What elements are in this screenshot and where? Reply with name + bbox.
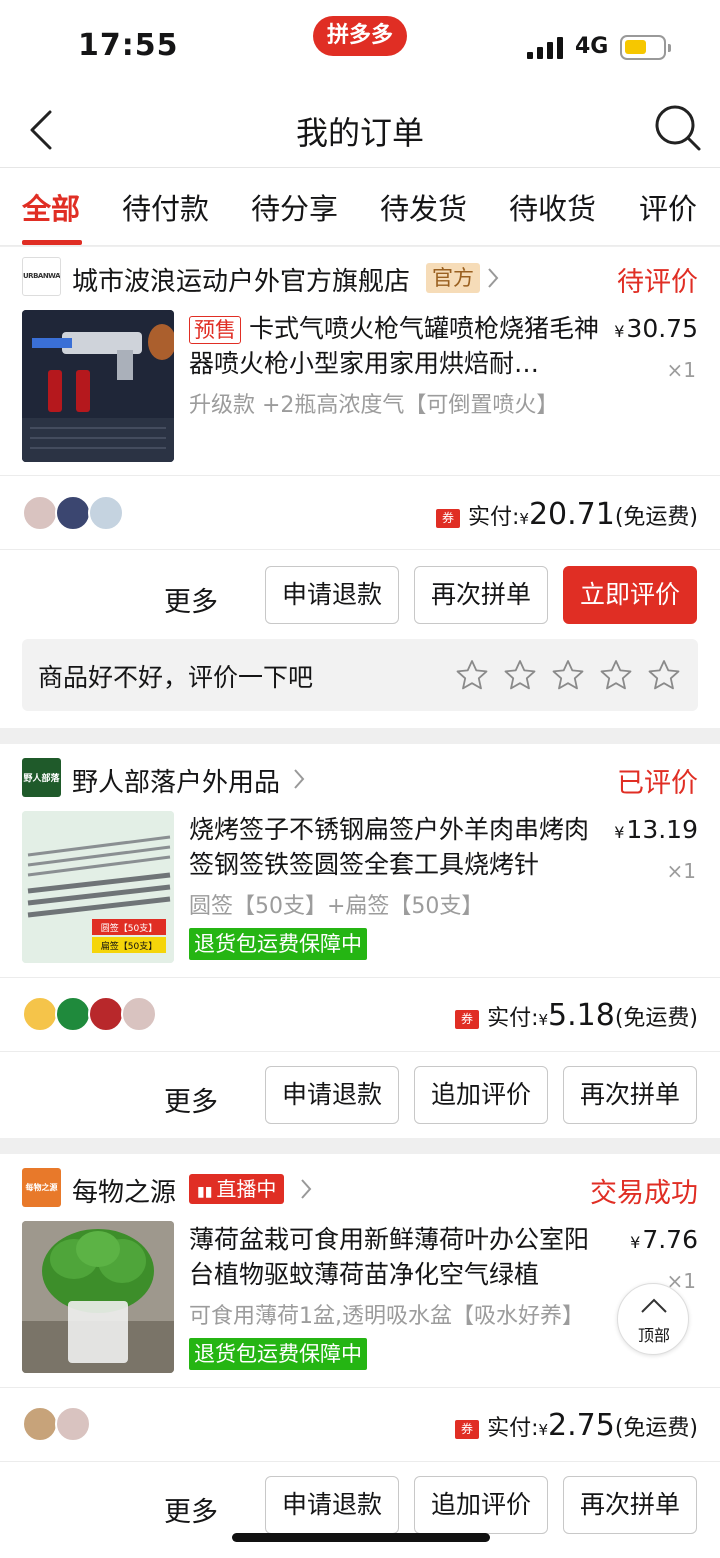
product-spec: 升级款 +2瓶高浓度气【可倒置喷火】 [189, 393, 559, 418]
order-tabs: 全部 待付款 待分享 待发货 待收货 评价 [0, 168, 720, 246]
rating-prompt: 商品好不好，评价一下吧 [22, 639, 698, 711]
divider [0, 549, 720, 550]
thumb-label-flat: 扁签【50支】 [101, 940, 157, 952]
rating-prompt-text: 商品好不好，评价一下吧 [38, 663, 314, 692]
more-button[interactable]: 更多 [164, 580, 218, 619]
tab-pending-receipt[interactable]: 待收货 [509, 186, 596, 228]
app-brand-badge: 拼多多 [313, 16, 407, 56]
rebuy-button[interactable]: 再次拼单 [563, 1476, 697, 1534]
rebuy-button[interactable]: 再次拼单 [563, 1066, 697, 1124]
tab-active-indicator [22, 240, 82, 245]
home-indicator [232, 1533, 490, 1542]
shop-name[interactable]: 每物之源 [72, 1172, 176, 1209]
order-card: 每物之源 每物之源 ▮▮ 直播中 交易成功 薄荷盆栽可食用新鲜薄荷叶办公室阳台植物… [0, 1154, 720, 1558]
avatar [22, 495, 58, 531]
product-title[interactable]: 烧烤签子不锈钢扁签户外羊肉串烤肉签钢签铁签圆签全套工具烧烤针 [189, 812, 599, 882]
product-price: ¥13.19 [614, 815, 698, 844]
avatar [22, 1406, 58, 1442]
shop-logo[interactable]: 每物之源 [22, 1168, 61, 1207]
order-card: URBANWAVE 城市波浪运动户外官方旗舰店 官方 待评价 预售卡式气喷火枪气… [0, 247, 720, 728]
avatar [121, 996, 157, 1032]
paid-amount: 券实付:¥5.18(免运费) [455, 998, 698, 1033]
official-tag: 官方 [426, 263, 480, 293]
coupon-tag: 券 [455, 1419, 480, 1439]
star-icon[interactable] [600, 659, 632, 691]
star-icon[interactable] [648, 659, 680, 691]
status-time: 17:55 [78, 28, 179, 63]
search-icon[interactable] [652, 102, 702, 152]
shipping-guarantee-badge: 退货包运费保障中 [189, 1338, 367, 1370]
star-icon[interactable] [552, 659, 584, 691]
tab-pending-payment[interactable]: 待付款 [122, 186, 209, 228]
add-review-button[interactable]: 追加评价 [414, 1066, 548, 1124]
tab-pending-share[interactable]: 待分享 [251, 186, 338, 228]
battery-icon [620, 35, 671, 60]
chevron-right-icon[interactable] [299, 1178, 313, 1200]
product-image[interactable] [22, 310, 174, 462]
more-button[interactable]: 更多 [164, 1490, 218, 1529]
more-button[interactable]: 更多 [164, 1080, 218, 1119]
chevron-right-icon[interactable] [292, 768, 306, 790]
tab-pending-shipment[interactable]: 待发货 [380, 186, 467, 228]
page-title: 我的订单 [295, 114, 424, 152]
order-status: 已评价 [617, 768, 698, 799]
status-bar: 17:55 拼多多 4G [0, 0, 720, 92]
product-quantity: ×1 [666, 358, 696, 382]
divider [0, 1051, 720, 1052]
product-title[interactable]: 预售 卡式气喷火枪气罐喷枪烧猪毛神器喷火枪小型家用家用烘焙耐… [189, 311, 599, 381]
refund-button[interactable]: 申请退款 [265, 566, 399, 624]
back-to-top-button[interactable]: 顶部 [617, 1283, 689, 1355]
star-icon[interactable] [456, 659, 488, 691]
product-image[interactable] [22, 1221, 174, 1373]
coupon-tag: 券 [455, 1009, 480, 1029]
order-status: 交易成功 [590, 1178, 698, 1209]
product-image[interactable]: 圆签【50支】 扁签【50支】 [22, 811, 174, 963]
product-title[interactable]: 薄荷盆栽可食用新鲜薄荷叶办公室阳台植物驱蚊薄荷苗净化空气绿植 [189, 1222, 599, 1292]
avatar [55, 996, 91, 1032]
paid-amount: 券实付:¥20.71(免运费) [435, 497, 698, 532]
shop-name[interactable]: 野人部落户外用品 [72, 762, 280, 799]
divider [0, 977, 720, 978]
live-tag: ▮▮ 直播中 [189, 1174, 285, 1204]
signal-icon [527, 37, 563, 59]
network-type: 4G [575, 34, 609, 59]
shop-name[interactable]: 城市波浪运动户外官方旗舰店 [72, 261, 410, 298]
product-price: ¥30.75 [614, 314, 698, 343]
back-to-top-label: 顶部 [637, 1326, 670, 1345]
product-spec: 可食用薄荷1盆,透明吸水盆【吸水好养】 [189, 1304, 584, 1329]
tab-reviews[interactable]: 评价 [639, 186, 697, 228]
product-spec: 圆签【50支】+扁签【50支】 [189, 894, 484, 919]
product-quantity: ×1 [666, 859, 696, 883]
chevron-right-icon[interactable] [486, 267, 500, 289]
order-status: 待评价 [617, 267, 698, 298]
refund-button[interactable]: 申请退款 [265, 1476, 399, 1534]
presale-tag: 预售 [189, 316, 241, 344]
star-icon[interactable] [504, 659, 536, 691]
avatar [88, 996, 124, 1032]
shop-logo[interactable]: URBANWAVE [22, 257, 61, 296]
nav-bar: 我的订单 [0, 92, 720, 168]
thumb-label-round: 圆签【50支】 [101, 922, 157, 934]
shop-logo[interactable]: 野人部落 [22, 758, 61, 797]
add-review-button[interactable]: 追加评价 [414, 1476, 548, 1534]
refund-button[interactable]: 申请退款 [265, 1066, 399, 1124]
product-price: ¥7.76 [630, 1225, 698, 1254]
shipping-guarantee-badge: 退货包运费保障中 [189, 928, 367, 960]
order-card: 野人部落 野人部落户外用品 已评价 圆签【50支】 扁签【50支】 烧烤签子不锈… [0, 744, 720, 1138]
paid-amount: 券实付:¥2.75(免运费) [455, 1408, 698, 1443]
live-bars-icon: ▮▮ [197, 1184, 213, 1200]
avatar [22, 996, 58, 1032]
avatar [55, 495, 91, 531]
coupon-tag: 券 [435, 508, 460, 528]
divider [0, 1461, 720, 1462]
avatar [88, 495, 124, 531]
divider [0, 475, 720, 476]
rebuy-button[interactable]: 再次拼单 [414, 566, 548, 624]
chevron-up-icon [641, 1298, 667, 1313]
review-now-button[interactable]: 立即评价 [563, 566, 697, 624]
tab-all[interactable]: 全部 [22, 186, 80, 228]
divider [0, 1387, 720, 1388]
avatar [55, 1406, 91, 1442]
